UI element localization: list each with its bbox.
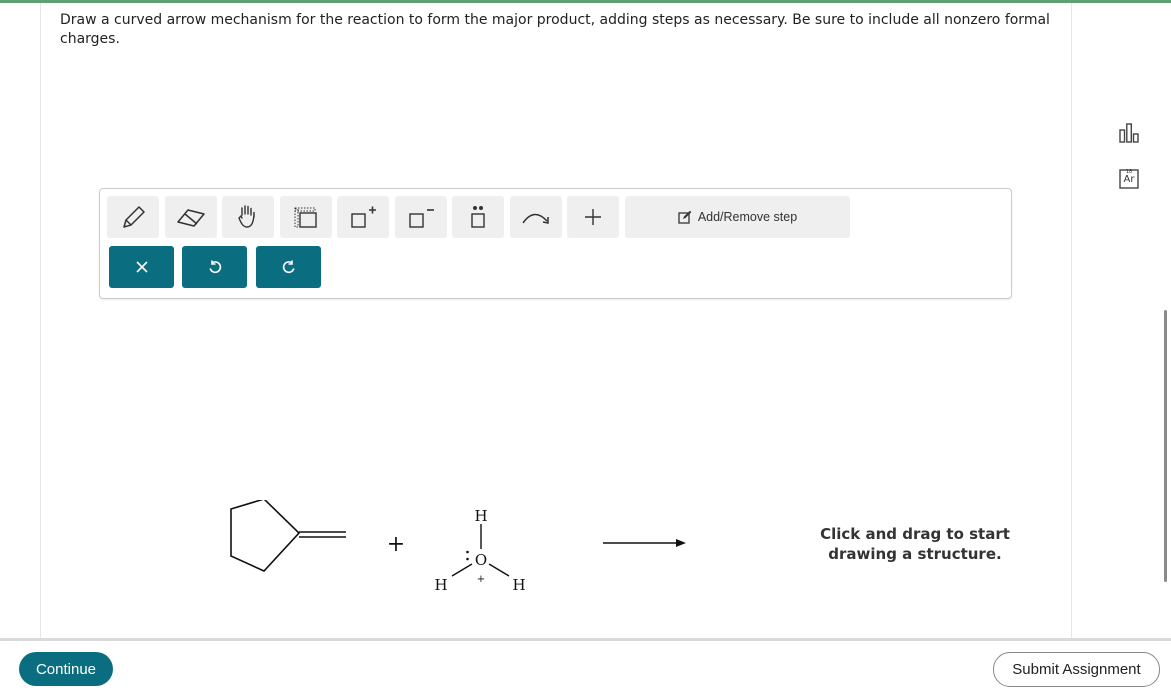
- question-prompt: Draw a curved arrow mechanism for the re…: [60, 12, 1050, 47]
- hint-line-1: Click and drag to start: [820, 525, 1010, 543]
- close-icon: [135, 261, 148, 273]
- eraser-tool-button[interactable]: [165, 196, 217, 238]
- redo-icon: [282, 260, 295, 274]
- positive-charge-tool-button[interactable]: [337, 196, 389, 238]
- left-divider: [40, 3, 41, 638]
- plus-sign: +: [387, 532, 405, 557]
- undo-icon: [208, 260, 221, 274]
- hint-line-2: drawing a structure.: [828, 545, 1002, 563]
- select-icon: [294, 207, 317, 228]
- pencil-tool-button[interactable]: [107, 196, 159, 238]
- hand-icon: [238, 205, 255, 228]
- scrollbar[interactable]: [1164, 310, 1167, 582]
- positive-charge-icon: [351, 206, 376, 228]
- plus-icon: [585, 209, 601, 225]
- hydronium-h-left: H: [434, 576, 447, 594]
- formal-charge-plus: +: [477, 574, 485, 585]
- reaction-arrow: [603, 539, 686, 547]
- periodic-table-icon[interactable]: 18 Ar: [1117, 167, 1141, 191]
- select-tool-button[interactable]: [280, 196, 332, 238]
- redo-button[interactable]: [256, 246, 321, 288]
- lone-pair-tool-button[interactable]: [452, 196, 504, 238]
- add-remove-step-button[interactable]: Add/Remove step: [625, 196, 850, 238]
- add-remove-step-label: Add/Remove step: [697, 210, 798, 224]
- plus-tool-button[interactable]: [567, 196, 619, 238]
- negative-charge-tool-button[interactable]: [395, 196, 447, 238]
- bar-chart-icon[interactable]: [1117, 121, 1141, 145]
- curved-arrow-tool-button[interactable]: [510, 196, 562, 238]
- drawing-toolbar: Add/Remove step: [99, 188, 1012, 299]
- drawing-hint[interactable]: Click and drag to start drawing a struct…: [810, 524, 1020, 564]
- reaction-scheme: + H O H H +: [230, 500, 686, 594]
- submit-assignment-button[interactable]: Submit Assignment: [993, 652, 1160, 687]
- hydronium-oxygen: O: [475, 551, 487, 569]
- footer-divider: [0, 638, 1171, 641]
- periodic-table-label: Ar: [1123, 174, 1135, 185]
- edit-icon: [678, 210, 692, 224]
- top-accent-bar: [0, 0, 1171, 3]
- hydronium-h-top: H: [474, 507, 487, 525]
- curved-arrow-icon: [522, 213, 549, 224]
- hydronium-h-right: H: [512, 576, 525, 594]
- undo-button[interactable]: [182, 246, 247, 288]
- pencil-icon: [123, 206, 145, 228]
- clear-button[interactable]: [109, 246, 174, 288]
- hand-tool-button[interactable]: [222, 196, 274, 238]
- eraser-icon: [177, 209, 205, 227]
- negative-charge-icon: [409, 209, 434, 228]
- hydronium-structure: H O H H +: [434, 507, 525, 594]
- continue-button[interactable]: Continue: [19, 652, 113, 686]
- lone-pair-icon: [471, 206, 485, 228]
- right-divider: [1071, 3, 1072, 638]
- methylenecyclopentane-structure: [230, 500, 346, 572]
